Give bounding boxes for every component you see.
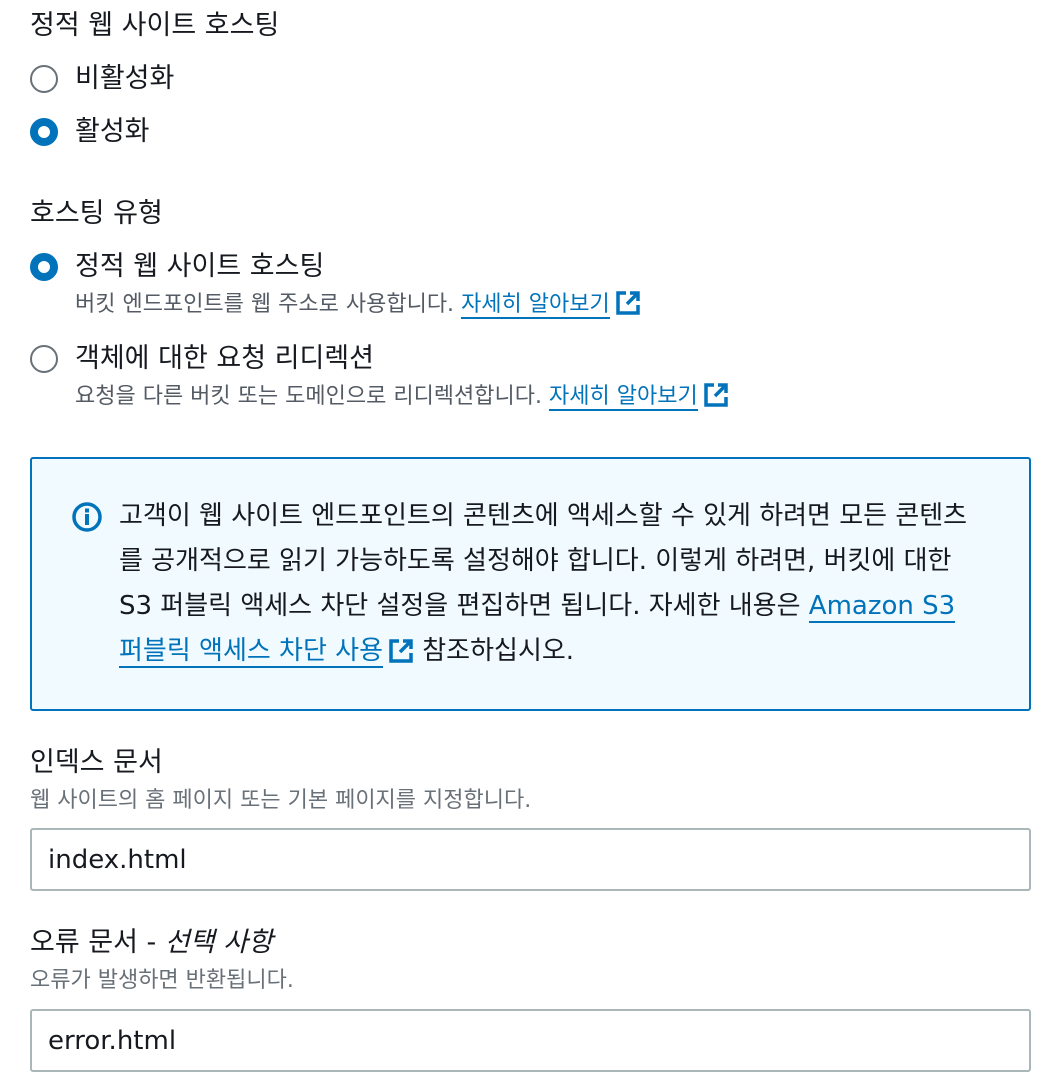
learn-more-link[interactable]: 자세히 알아보기 xyxy=(461,292,610,319)
radio-enable[interactable]: 활성화 xyxy=(30,115,150,149)
radio-button-enable[interactable] xyxy=(30,118,58,146)
radio-redirect-description: 요청을 다른 버킷 또는 도메인으로 리디렉션합니다. 자세히 알아보기 xyxy=(75,382,729,412)
radio-disable-label: 비활성화 xyxy=(75,63,175,94)
radio-button-redirect-requests[interactable] xyxy=(30,345,58,373)
hosting-title: 정적 웹 사이트 호스팅 xyxy=(30,10,280,41)
index-document-field: 인덱스 문서 웹 사이트의 홈 페이지 또는 기본 페이지를 지정합니다. xyxy=(30,746,531,816)
external-link-icon[interactable] xyxy=(388,638,414,664)
index-document-description: 웹 사이트의 홈 페이지 또는 기본 페이지를 지정합니다. xyxy=(30,788,532,813)
error-document-label: 오류 문서 - 선택 사항 xyxy=(30,927,273,958)
radio-static-hosting-description: 버킷 엔드포인트를 웹 주소로 사용합니다. 자세히 알아보기 xyxy=(75,290,641,320)
index-document-input[interactable] xyxy=(30,828,1031,891)
info-icon xyxy=(72,502,102,532)
radio-button-disable[interactable] xyxy=(30,65,58,93)
hosting-type-title: 호스팅 유형 xyxy=(30,198,163,229)
hosting-type-section-title: 호스팅 유형 xyxy=(30,197,163,231)
info-alert: 고객이 웹 사이트 엔드포인트의 콘텐츠에 액세스할 수 있게 하려면 모든 콘… xyxy=(30,457,1031,711)
radio-static-hosting[interactable]: 정적 웹 사이트 호스팅 버킷 엔드포인트를 웹 주소로 사용합니다. 자세히 … xyxy=(30,250,641,320)
external-link-icon[interactable] xyxy=(615,290,641,316)
optional-tag: 선택 사항 xyxy=(164,927,273,958)
radio-redirect-requests[interactable]: 객체에 대한 요청 리디렉션 요청을 다른 버킷 또는 도메인으로 리디렉션합니… xyxy=(30,342,729,412)
radio-disable[interactable]: 비활성화 xyxy=(30,62,174,96)
radio-enable-label: 활성화 xyxy=(75,116,150,147)
index-document-label: 인덱스 문서 xyxy=(30,747,163,778)
error-document-description: 오류가 발생하면 반환됩니다. xyxy=(30,968,294,993)
radio-static-hosting-label: 정적 웹 사이트 호스팅 xyxy=(75,251,325,282)
radio-button-static-hosting[interactable] xyxy=(30,253,58,281)
error-document-field: 오류 문서 - 선택 사항 오류가 발생하면 반환됩니다. xyxy=(30,926,294,996)
radio-redirect-label: 객체에 대한 요청 리디렉션 xyxy=(75,343,374,374)
error-document-input[interactable] xyxy=(30,1009,1031,1072)
external-link-icon[interactable] xyxy=(703,382,729,408)
hosting-section-title: 정적 웹 사이트 호스팅 xyxy=(30,9,279,43)
info-alert-text: 고객이 웹 사이트 엔드포인트의 콘텐츠에 액세스할 수 있게 하려면 모든 콘… xyxy=(119,501,968,668)
learn-more-link[interactable]: 자세히 알아보기 xyxy=(549,384,698,411)
